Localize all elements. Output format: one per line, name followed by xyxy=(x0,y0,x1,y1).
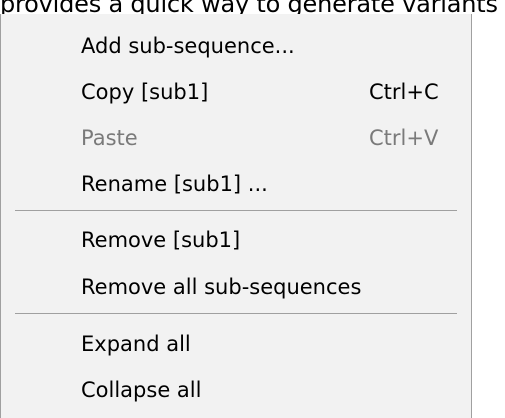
menu-item-expand-all[interactable]: Expand all xyxy=(81,324,471,364)
menu-item-label: Expand all xyxy=(81,332,191,356)
menu-item-shortcut: Ctrl+C xyxy=(369,80,439,104)
menu-item-label: Remove [sub1] xyxy=(81,228,241,252)
menu-item-remove-all[interactable]: Remove all sub-sequences xyxy=(81,267,471,307)
menu-separator xyxy=(15,210,457,211)
menu-item-label: Copy [sub1] xyxy=(81,80,209,104)
menu-item-add-sub-sequence[interactable]: Add sub-sequence... xyxy=(81,26,471,66)
menu-separator xyxy=(15,313,457,314)
menu-item-label: Collapse all xyxy=(81,378,202,402)
menu-item-collapse-all[interactable]: Collapse all xyxy=(81,370,471,410)
menu-item-label: Add sub-sequence... xyxy=(81,34,295,58)
menu-item-shortcut: Ctrl+V xyxy=(369,126,439,150)
menu-item-label: Remove all sub-sequences xyxy=(81,275,362,299)
context-menu: Add sub-sequence... Copy [sub1] Ctrl+C P… xyxy=(0,14,472,418)
menu-item-label: Rename [sub1] ... xyxy=(81,172,268,196)
menu-item-paste: Paste Ctrl+V xyxy=(81,118,471,158)
menu-item-remove[interactable]: Remove [sub1] xyxy=(81,220,471,260)
menu-item-rename[interactable]: Rename [sub1] ... xyxy=(81,164,471,204)
menu-item-copy[interactable]: Copy [sub1] Ctrl+C xyxy=(81,72,471,112)
menu-item-label: Paste xyxy=(81,126,138,150)
